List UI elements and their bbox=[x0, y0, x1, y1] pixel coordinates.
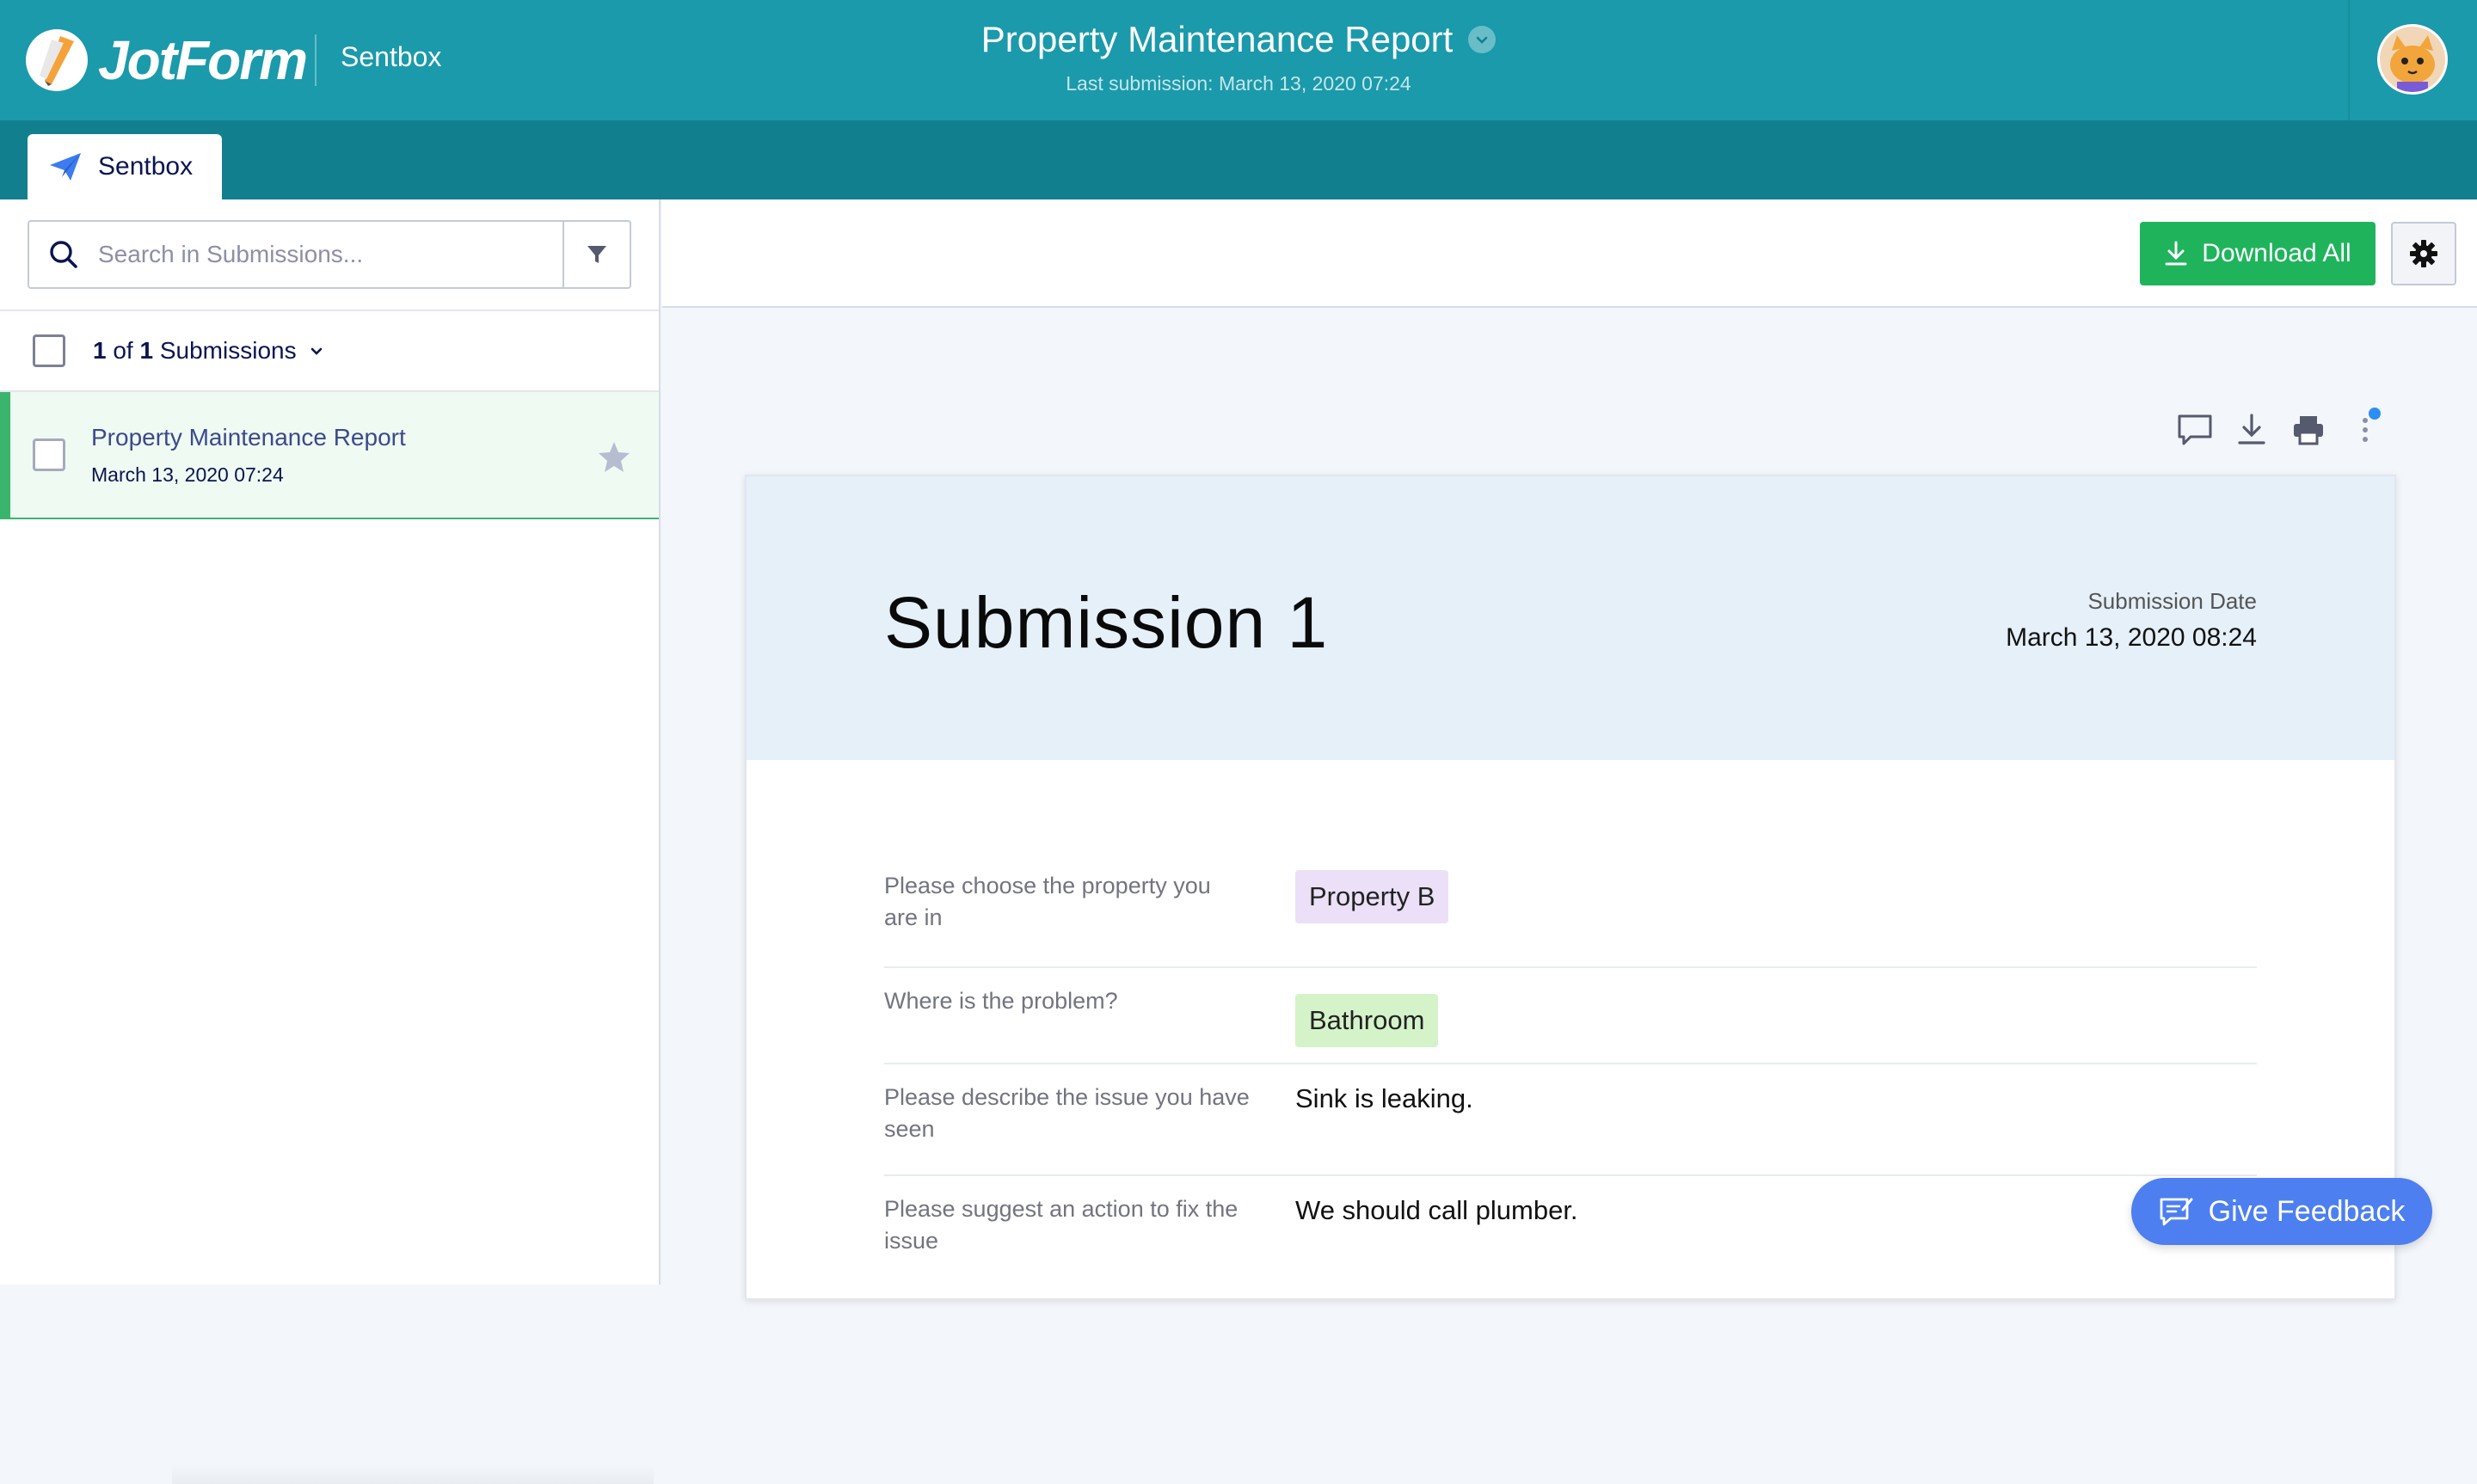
chevron-down-icon bbox=[310, 347, 322, 355]
download-icon bbox=[2165, 241, 2187, 266]
download-all-button[interactable]: Download All bbox=[2140, 222, 2376, 285]
jotform-logo-icon bbox=[26, 29, 88, 91]
field-question: Please describe the issue you have seen bbox=[884, 1084, 1250, 1142]
field-answer-tag: Bathroom bbox=[1295, 994, 1439, 1047]
field-row: Where is the problem? Bathroom bbox=[884, 968, 2257, 1064]
submission-list-item[interactable]: Property Maintenance Report March 13, 20… bbox=[0, 392, 659, 519]
search-input[interactable] bbox=[98, 222, 562, 287]
field-question: Please suggest an action to fix the issue bbox=[884, 1196, 1238, 1254]
submission-title: Submission 1 bbox=[884, 582, 1329, 663]
submissions-count-row: 1 of 1 Submissions bbox=[0, 310, 659, 392]
comment-button[interactable] bbox=[2176, 411, 2214, 449]
download-submission-button[interactable] bbox=[2233, 411, 2271, 449]
more-vertical-icon bbox=[2363, 418, 2368, 442]
submissions-count: 1 of 1 Submissions bbox=[93, 337, 297, 364]
workspace-name: Sentbox bbox=[341, 41, 442, 72]
download-icon bbox=[2238, 414, 2265, 445]
star-icon[interactable] bbox=[597, 440, 631, 477]
submission-actions bbox=[2176, 408, 2384, 449]
tab-bar: Sentbox bbox=[0, 120, 2477, 199]
field-answer-tag: Property B bbox=[1295, 870, 1449, 923]
download-all-label: Download All bbox=[2202, 239, 2351, 267]
tab-label: Sentbox bbox=[98, 152, 194, 181]
header-divider bbox=[315, 34, 317, 86]
logo-text: JotForm bbox=[98, 29, 308, 91]
avatar-divider bbox=[2348, 0, 2350, 120]
give-feedback-button[interactable]: Give Feedback bbox=[2131, 1178, 2432, 1245]
paper-plane-icon bbox=[50, 153, 81, 181]
submission-item-title: Property Maintenance Report bbox=[91, 423, 406, 451]
notification-dot bbox=[2369, 408, 2381, 420]
give-feedback-label: Give Feedback bbox=[2208, 1194, 2406, 1228]
jotform-logo[interactable]: JotForm bbox=[26, 26, 308, 95]
select-all-checkbox[interactable] bbox=[33, 334, 65, 367]
submission-item-text: Property Maintenance Report March 13, 20… bbox=[91, 424, 406, 487]
field-answer: We should call plumber. bbox=[1295, 1195, 1578, 1225]
printer-icon bbox=[2294, 416, 2323, 445]
cat-avatar-icon bbox=[2380, 27, 2445, 92]
settings-button[interactable] bbox=[2391, 222, 2456, 285]
submission-card: Submission 1 Submission Date March 13, 2… bbox=[745, 475, 2396, 1300]
field-question: Please choose the property you are in bbox=[884, 873, 1211, 930]
submission-date-value: March 13, 2020 08:24 bbox=[2006, 623, 2257, 652]
sidebar-bottom-shade bbox=[172, 1463, 654, 1484]
chevron-down-icon[interactable] bbox=[1468, 26, 1497, 53]
main-toolbar: Download All bbox=[662, 199, 2477, 308]
print-button[interactable] bbox=[2290, 411, 2327, 449]
field-row: Please choose the property you are in Pro… bbox=[884, 853, 2257, 968]
submission-date-label: Submission Date bbox=[2087, 588, 2257, 614]
filter-button[interactable] bbox=[562, 222, 630, 287]
field-question: Where is the problem? bbox=[884, 988, 1118, 1014]
comment-icon bbox=[2178, 414, 2212, 445]
submissions-sidebar: 1 of 1 Submissions Property Maintenance … bbox=[0, 199, 661, 1484]
field-answer: Sink is leaking. bbox=[1295, 1083, 1473, 1113]
search-box bbox=[28, 220, 631, 289]
field-row: Please suggest an action to fix the issue… bbox=[884, 1176, 2257, 1297]
user-avatar[interactable] bbox=[2377, 24, 2448, 95]
submission-date-block: Submission Date March 13, 2020 08:24 bbox=[2006, 588, 2257, 653]
form-title-block: Property Maintenance Report Last submiss… bbox=[860, 19, 1617, 95]
field-row: Please describe the issue you have seen S… bbox=[884, 1064, 2257, 1176]
filter-icon bbox=[587, 246, 606, 263]
form-title-dropdown[interactable]: Property Maintenance Report bbox=[981, 19, 1497, 60]
feedback-icon bbox=[2160, 1198, 2193, 1226]
submission-checkbox[interactable] bbox=[33, 438, 65, 471]
form-title: Property Maintenance Report bbox=[980, 19, 1454, 59]
top-header: JotForm Sentbox Property Maintenance Rep… bbox=[0, 0, 2477, 120]
submission-card-header: Submission 1 Submission Date March 13, 2… bbox=[747, 476, 2394, 760]
submission-item-date: March 13, 2020 07:24 bbox=[91, 463, 284, 486]
last-submission-text: Last submission: March 13, 2020 07:24 bbox=[1066, 72, 1411, 95]
gear-icon bbox=[2410, 240, 2437, 267]
submissions-count-dropdown[interactable]: 1 of 1 Submissions bbox=[93, 337, 324, 365]
search-icon bbox=[29, 222, 98, 287]
more-options-button[interactable] bbox=[2346, 408, 2384, 449]
tab-sentbox[interactable]: Sentbox bbox=[28, 134, 222, 199]
